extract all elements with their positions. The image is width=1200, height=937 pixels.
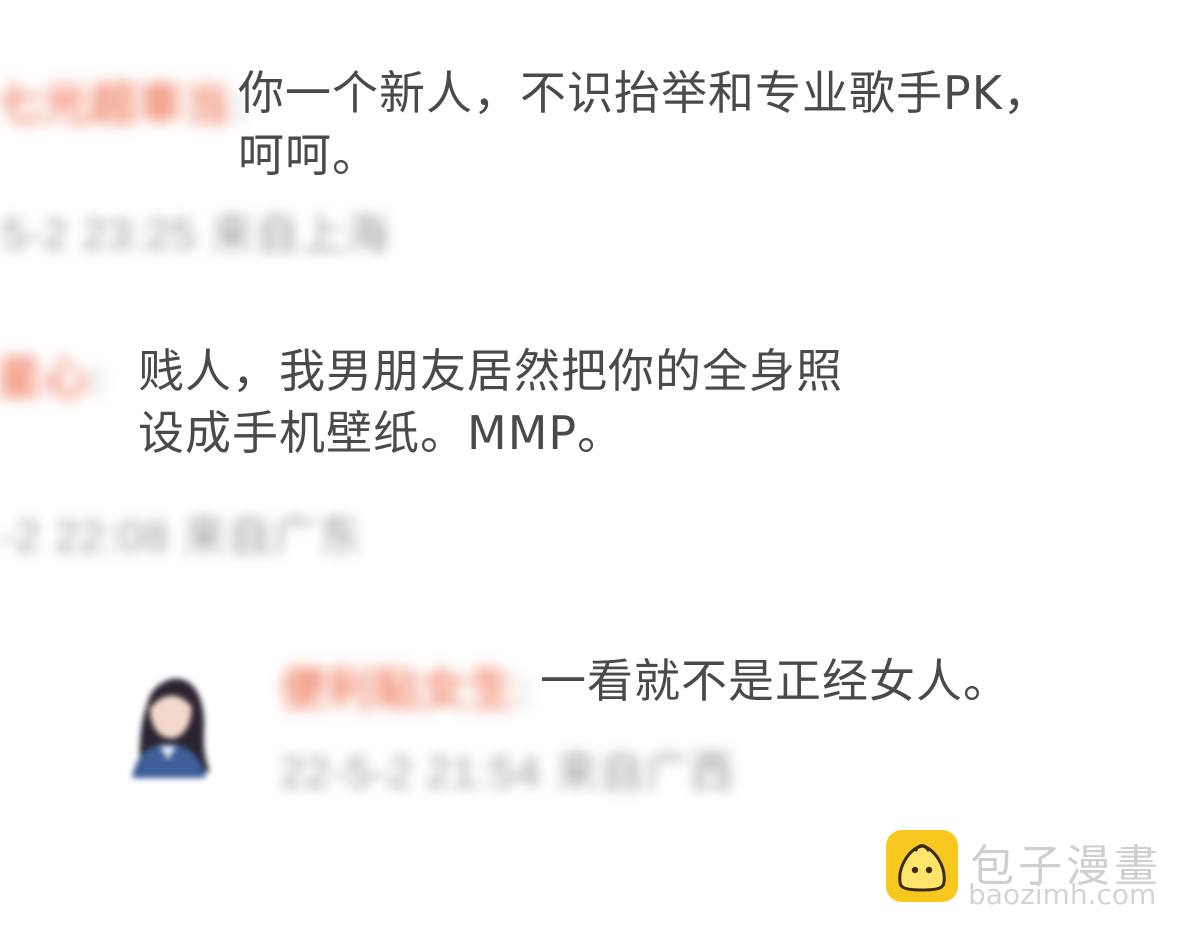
username-colon: : [515, 663, 532, 715]
comment-text-line: 你一个新人，不识抬举和专业歌手PK， [238, 66, 1050, 120]
anime-girl-avatar-icon[interactable] [110, 650, 222, 778]
reply-username[interactable]: 便利贴女生: [280, 653, 531, 719]
comment-meta: 5-2 23:25 来自上海 [2, 210, 391, 259]
comment-text: 你一个新人，不识抬举和专业歌手PK， 呵呵。 [238, 62, 1050, 186]
username-label: 便利贴女生 [280, 663, 515, 715]
comment-text-line: 贱人，我男朋友居然把你的全身照 [138, 344, 843, 398]
username-label: 星心 [0, 352, 90, 404]
comment-meta: -2 22:08 来自广东 [0, 512, 363, 561]
comment-text: 贱人，我男朋友居然把你的全身照 设成手机壁纸。MMP。 [138, 340, 843, 464]
username-label: 七光超車当 [0, 78, 231, 130]
username-colon: : [90, 352, 107, 404]
bun-face-icon [886, 830, 958, 902]
comment-username[interactable]: 星心: [0, 342, 106, 408]
comment-text-line: 呵呵。 [238, 128, 379, 182]
comment-username[interactable]: 七光超車当: [0, 68, 247, 134]
watermark-url: baozimh.com [968, 878, 1157, 911]
reply-meta: 22-5-2 21:54 来自广西 [280, 748, 735, 797]
reply-text: 一看就不是正经女人。 [540, 654, 1010, 708]
comment-text-line: 设成手机壁纸。MMP。 [138, 406, 625, 460]
